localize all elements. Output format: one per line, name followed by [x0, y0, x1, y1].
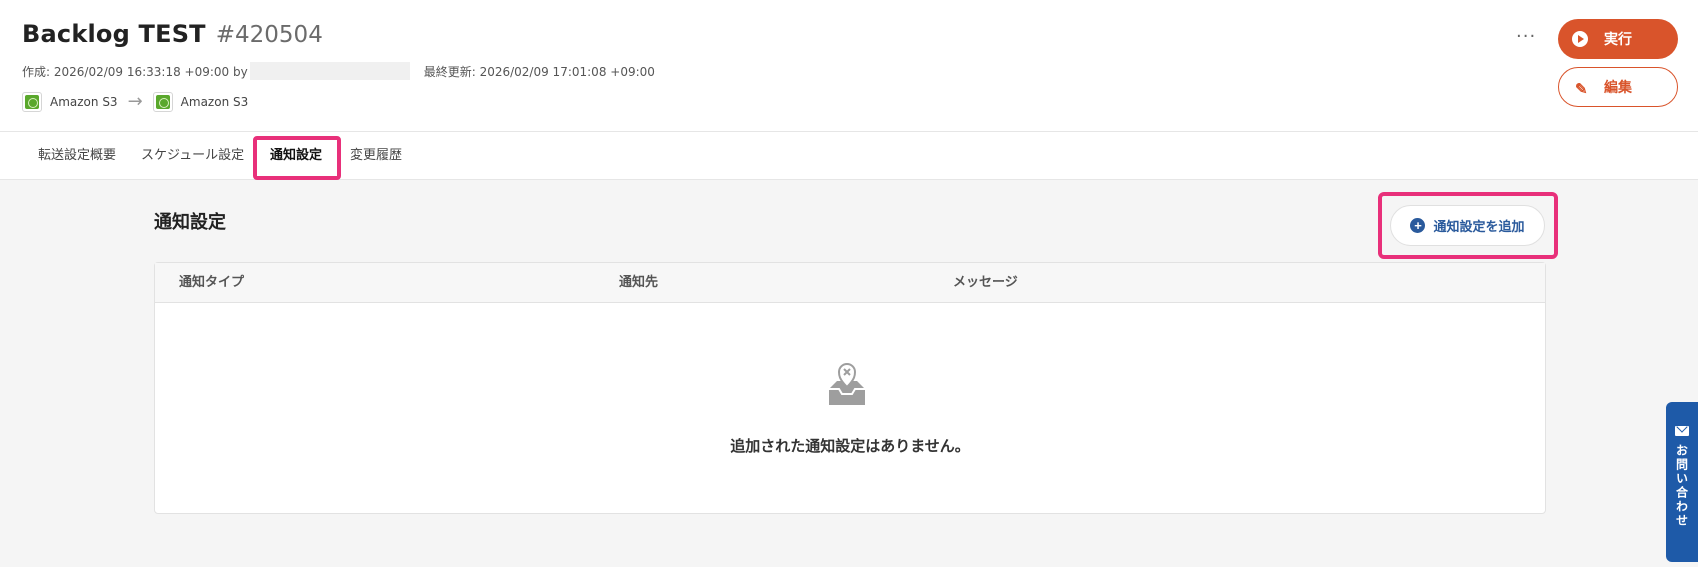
transfer-route: Amazon S3 → Amazon S3 [22, 91, 248, 112]
job-header: Backlog TEST #420504 作成: 2026/02/09 16:3… [0, 0, 1698, 132]
redacted-user [249, 62, 410, 80]
empty-state-text: 追加された通知設定はありません。 [730, 437, 970, 455]
run-button[interactable]: 実行 [1558, 19, 1678, 59]
notification-table: 通知タイプ 通知先 メッセージ 追加された通知設定はありません。 [154, 262, 1546, 514]
pencil-icon: ✎ [1575, 81, 1588, 98]
amazon-s3-icon [152, 91, 173, 112]
source-label: Amazon S3 [50, 94, 118, 109]
edit-button-label: 編集 [1604, 79, 1632, 95]
meta-row: 作成: 2026/02/09 16:33:18 +09:00 by 最終更新: … [22, 62, 655, 80]
section-title: 通知設定 [154, 212, 226, 233]
amazon-s3-icon [22, 91, 42, 112]
mail-icon [1675, 426, 1689, 436]
contact-label: お問い合わせ [1674, 444, 1689, 528]
add-notification-label: 通知設定を追加 [1433, 219, 1525, 234]
table-header: 通知タイプ 通知先 メッセージ [155, 263, 1545, 303]
empty-inbox-icon [829, 363, 865, 405]
run-button-label: 実行 [1604, 31, 1632, 47]
updated-info: 最終更新: 2026/02/09 17:01:08 +09:00 [423, 64, 655, 79]
page-title: Backlog TEST [22, 20, 206, 48]
contact-tab[interactable]: お問い合わせ [1666, 402, 1698, 562]
play-icon [1572, 31, 1588, 47]
plus-circle-icon: + [1410, 218, 1426, 233]
destination-label: Amazon S3 [180, 94, 249, 109]
tab-highlight-box [253, 136, 341, 180]
created-info: 作成: 2026/02/09 16:33:18 +09:00 by [22, 64, 248, 79]
add-notification-button[interactable]: + 通知設定を追加 [1390, 205, 1545, 246]
column-message: メッセージ [953, 275, 1018, 290]
edit-button[interactable]: ✎ 編集 [1558, 67, 1678, 107]
arrow-right-icon: → [127, 91, 143, 112]
column-destination: 通知先 [619, 275, 659, 290]
column-notification-type: 通知タイプ [179, 275, 245, 290]
more-options-icon[interactable]: ··· [1516, 26, 1536, 47]
tab-transfer-overview[interactable]: 転送設定概要 [38, 132, 116, 180]
tab-schedule[interactable]: スケジュール設定 [141, 132, 244, 180]
title-row: Backlog TEST #420504 [22, 20, 323, 48]
tab-history[interactable]: 変更履歴 [350, 132, 402, 180]
job-id: #420504 [215, 22, 323, 48]
